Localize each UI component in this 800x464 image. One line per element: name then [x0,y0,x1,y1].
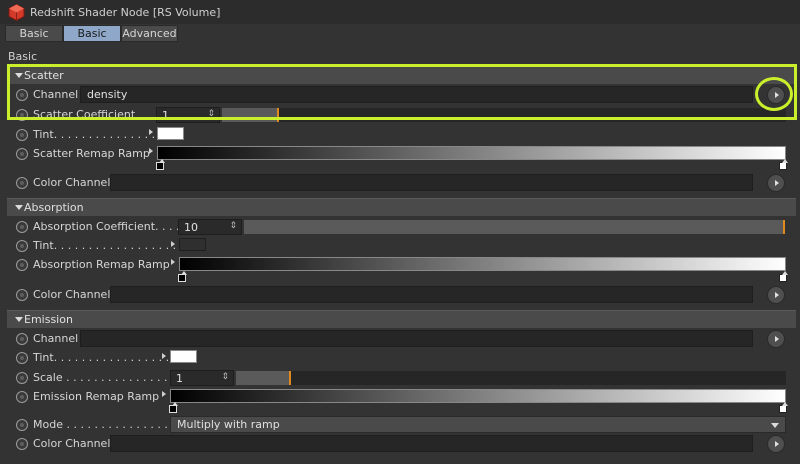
chevron-down-icon [771,423,779,428]
emission-mode-dropdown[interactable]: Multiply with ramp [170,416,786,433]
tab-advanced[interactable]: Advanced [121,25,178,42]
scatter-tint-label: Tint. . . . . . . . . . . . . . . [33,128,156,141]
window-title: Redshift Shader Node [RS Volume] [30,6,221,19]
ramp-knot-black[interactable] [178,271,187,282]
emission-ramp-label: Emission Remap Ramp [33,390,160,403]
emission-channel-animate-toggle[interactable] [16,333,28,345]
absorption-coefficient-slider-handle[interactable] [783,220,785,234]
annotation-highlight-circle [755,77,793,111]
emission-remap-ramp[interactable] [170,389,786,403]
redshift-logo-icon [8,4,25,21]
spinner-icon[interactable]: ⇕ [229,221,237,231]
section-label: Basic [8,50,38,63]
emission-scale-slider-fill [236,371,289,385]
emission-group-header[interactable]: Emission [7,310,796,328]
absorption-header-label: Absorption [24,201,84,214]
emission-channel-field[interactable] [80,330,753,347]
ramp-knot-white[interactable] [779,159,788,170]
ramp-knot-black[interactable] [156,159,165,170]
absorption-tint-label: Tint. . . . . . . . . . . . . . . . . . … [33,239,184,252]
emission-channel-label: Channel [33,332,79,345]
absorption-tint-animate-toggle[interactable] [16,240,28,252]
tab-basic-1[interactable]: Basic [5,25,63,42]
scatter-color-channel-arrow-button[interactable] [767,174,785,192]
absorption-group-header[interactable]: Absorption [7,198,796,216]
collapse-triangle-icon [15,205,23,210]
absorption-color-channel-label: Color Channel [33,288,111,301]
emission-color-channel-label: Color Channel [33,437,111,450]
absorption-color-channel-animate-toggle[interactable] [16,289,28,301]
absorption-coefficient-animate-toggle[interactable] [16,221,28,233]
ramp-knot-black[interactable] [169,402,178,413]
absorption-color-channel-arrow-button[interactable] [767,286,785,304]
emission-scale-input[interactable]: 1 ⇕ [170,370,234,386]
emission-scale-animate-toggle[interactable] [16,372,28,384]
emission-tint-swatch[interactable] [170,350,197,363]
tab-basic-2[interactable]: Basic [63,25,121,42]
scatter-color-channel-animate-toggle[interactable] [16,177,28,189]
emission-scale-label: Scale . . . . . . . . . . . . . . . . . … [33,371,189,384]
absorption-ramp-label: Absorption Remap Ramp [33,258,170,271]
emission-scale-slider-track[interactable] [236,371,786,385]
expand-arrow-icon[interactable] [162,353,166,359]
emission-scale-value: 1 [176,372,183,385]
scatter-color-channel-label: Color Channel [33,176,111,189]
scatter-remap-ramp[interactable] [157,146,786,160]
emission-channel-arrow-button[interactable] [767,330,785,348]
scatter-tint-swatch[interactable] [157,127,184,140]
expand-arrow-icon[interactable] [149,129,153,135]
expand-arrow-icon[interactable] [171,259,175,265]
expand-arrow-icon[interactable] [171,241,175,247]
emission-scale-slider-handle[interactable] [289,371,291,385]
emission-mode-label: Mode . . . . . . . . . . . . . . . . . . [33,418,189,431]
scatter-ramp-label: Scatter Remap Ramp [33,147,150,160]
absorption-ramp-animate-toggle[interactable] [16,259,28,271]
absorption-coefficient-input[interactable]: 10 ⇕ [178,219,242,235]
scatter-tint-animate-toggle[interactable] [16,129,28,141]
emission-tint-animate-toggle[interactable] [16,352,28,364]
absorption-coefficient-value: 10 [184,221,198,234]
collapse-triangle-icon [15,317,23,322]
emission-mode-animate-toggle[interactable] [16,419,28,431]
emission-ramp-animate-toggle[interactable] [16,391,28,403]
absorption-tint-swatch[interactable] [179,238,206,251]
absorption-color-channel-field[interactable] [110,286,753,303]
emission-color-channel-field[interactable] [110,435,753,452]
scatter-color-channel-field[interactable] [110,174,753,191]
absorption-remap-ramp[interactable] [179,257,786,271]
expand-arrow-icon[interactable] [162,391,166,397]
emission-tint-label: Tint. . . . . . . . . . . . . . . . . . … [33,351,184,364]
emission-mode-value: Multiply with ramp [177,418,280,431]
ramp-knot-white[interactable] [779,402,788,413]
annotation-highlight-rect [7,64,797,120]
absorption-coefficient-label: Absorption Coefficient. . . . [33,220,180,233]
expand-arrow-icon[interactable] [149,148,153,154]
emission-color-channel-animate-toggle[interactable] [16,438,28,450]
spinner-icon[interactable]: ⇕ [221,372,229,382]
emission-color-channel-arrow-button[interactable] [767,435,785,453]
ramp-knot-white[interactable] [779,271,788,282]
absorption-coefficient-slider-track[interactable] [244,220,784,234]
emission-header-label: Emission [24,313,73,326]
scatter-ramp-animate-toggle[interactable] [16,148,28,160]
